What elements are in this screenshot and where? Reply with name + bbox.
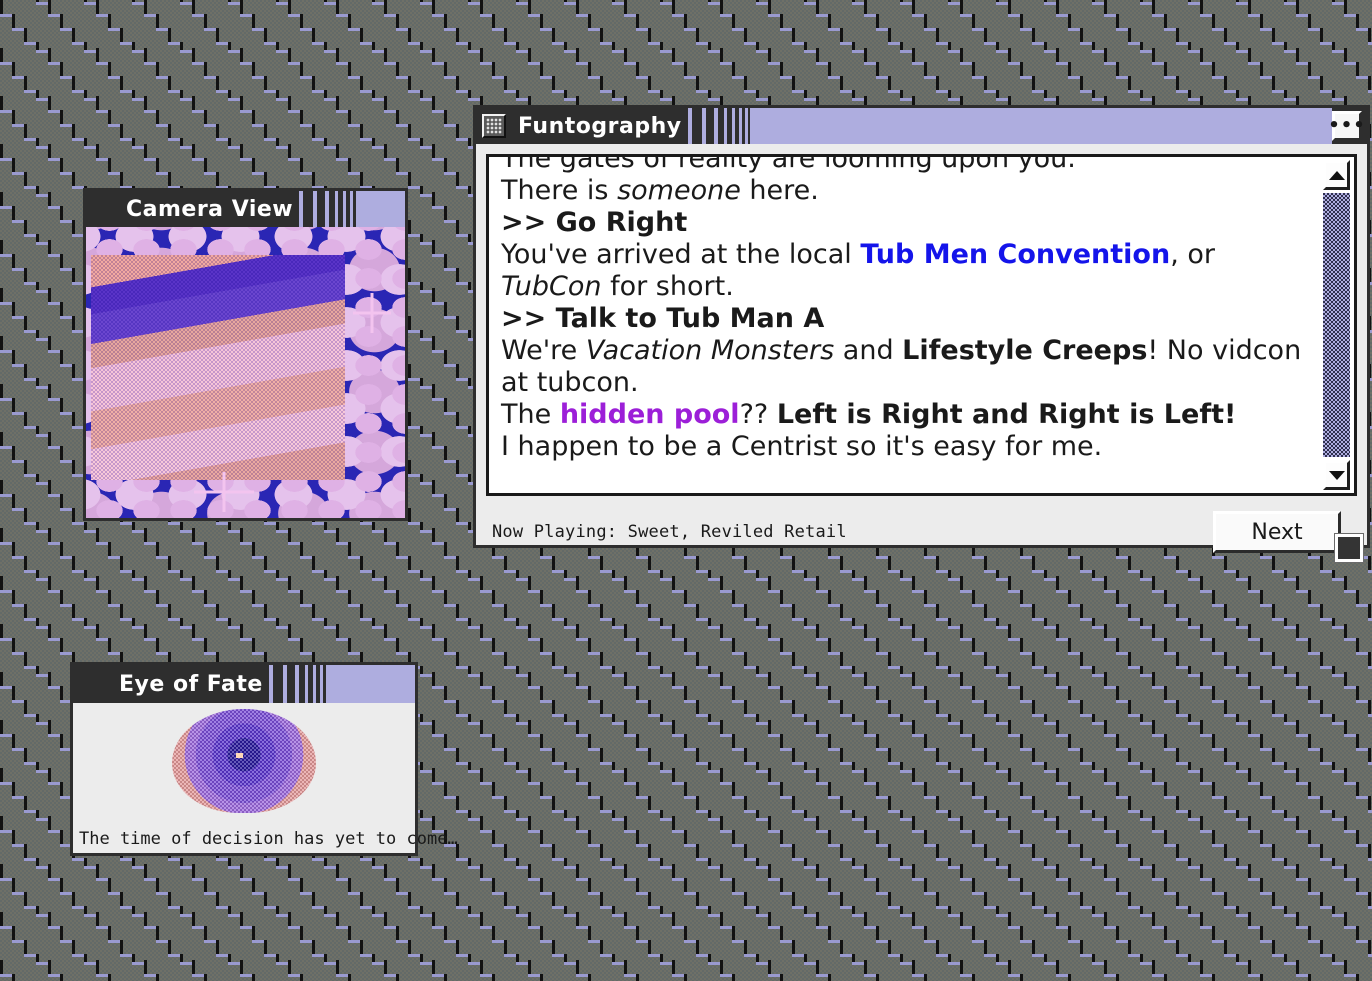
story-text-run: for short. [601, 271, 734, 302]
story-text-run: You've arrived at the local [501, 239, 861, 270]
titlebar-fill [357, 191, 405, 227]
arrow-up-glyph [1328, 170, 1345, 180]
story-text-run: Vacation Monsters [585, 335, 835, 366]
story-text-run: The [501, 399, 560, 430]
scroll-up-arrow-icon[interactable] [1323, 160, 1350, 190]
story-text-run: Lifestyle Creeps [902, 335, 1148, 366]
funtography-body: The gates of reality are looming upon yo… [476, 144, 1367, 496]
story-line: >> Talk to Tub Man A [501, 303, 1310, 335]
story-text-run: and [834, 335, 903, 366]
desktop: Camera View Funtography ••• The gates of… [0, 0, 1372, 981]
story-choice[interactable]: >> Go Right [501, 207, 687, 238]
eye-of-fate-window[interactable]: Eye of Fate The time of decision has yet… [70, 662, 458, 856]
story-text: The gates of reality are looming upon yo… [489, 154, 1318, 493]
eye-of-fate-title: Eye of Fate [119, 671, 263, 697]
next-button[interactable]: Next [1213, 511, 1341, 553]
story-text-panel[interactable]: The gates of reality are looming upon yo… [486, 154, 1357, 496]
story-text-run: here. [740, 175, 819, 206]
titlebar-stripe-gradient [293, 191, 358, 227]
resize-grip[interactable] [1334, 533, 1364, 563]
story-text-run: someone [617, 175, 741, 206]
story-link[interactable]: hidden pool [560, 399, 740, 430]
eye-of-fate-titlebar[interactable]: Eye of Fate [73, 665, 415, 703]
eye-icon [172, 709, 316, 813]
story-text-run: TubCon [501, 271, 602, 302]
funtography-status-bar: Now Playing: Sweet, Reviled Retail Next [476, 496, 1367, 568]
camera-view-titlebar[interactable]: Camera View [86, 191, 405, 227]
story-line: >> Go Right [501, 207, 1310, 239]
funtography-window[interactable]: Funtography ••• The gates of reality are… [473, 105, 1370, 563]
camera-view-window[interactable]: Camera View [83, 188, 408, 521]
story-link[interactable]: Tub Men Convention [860, 239, 1170, 270]
titlebar-fill [753, 108, 1332, 144]
camera-view-title: Camera View [126, 196, 294, 222]
story-line: You've arrived at the local Tub Men Conv… [501, 239, 1310, 303]
titlebar-stripe-gradient [262, 665, 329, 703]
story-line: There is someone here. [501, 175, 1310, 207]
titlebar-stripes [681, 108, 1332, 144]
titlebar-stripes [293, 191, 405, 227]
story-text-run: There is [501, 175, 618, 206]
titlebar-fill [328, 665, 415, 703]
story-choice[interactable]: >> Talk to Tub Man A [501, 303, 824, 334]
eye-of-fate-body: The time of decision has yet to come… [73, 703, 458, 853]
scroll-down-arrow-icon[interactable] [1323, 460, 1350, 490]
story-text-run: ?? [739, 399, 777, 430]
window-grid-icon [482, 114, 506, 138]
eye-glint-icon [236, 753, 243, 758]
story-line: I happen to be a Centrist so it's easy f… [501, 431, 1310, 463]
funtography-titlebar[interactable]: Funtography ••• [476, 108, 1367, 144]
titlebar-stripe-gradient [681, 108, 754, 144]
scrollbar-track[interactable] [1323, 193, 1350, 457]
window-menu-button[interactable]: ••• [1328, 111, 1365, 141]
camera-view-image [86, 227, 405, 518]
story-line: The hidden pool?? Left is Right and Righ… [501, 399, 1310, 431]
story-text-run: I happen to be a Centrist so it's easy f… [501, 431, 1103, 462]
story-text-run: The gates of reality are looming upon yo… [501, 154, 1076, 174]
eye-of-fate-caption: The time of decision has yet to come… [79, 829, 458, 849]
now-playing-label: Now Playing: Sweet, Reviled Retail [492, 522, 847, 542]
dithered-photo [91, 255, 345, 480]
story-text-run: , or [1170, 239, 1215, 270]
story-text-run: We're [501, 335, 586, 366]
story-scrollbar[interactable] [1318, 157, 1354, 493]
story-line: We're Vacation Monsters and Lifestyle Cr… [501, 335, 1310, 399]
funtography-title: Funtography [518, 113, 682, 139]
story-text-run: Left is Right and Right is Left! [776, 399, 1237, 430]
arrow-down-glyph [1328, 470, 1345, 480]
titlebar-stripes [262, 665, 415, 703]
story-line: The gates of reality are looming upon yo… [501, 154, 1310, 175]
